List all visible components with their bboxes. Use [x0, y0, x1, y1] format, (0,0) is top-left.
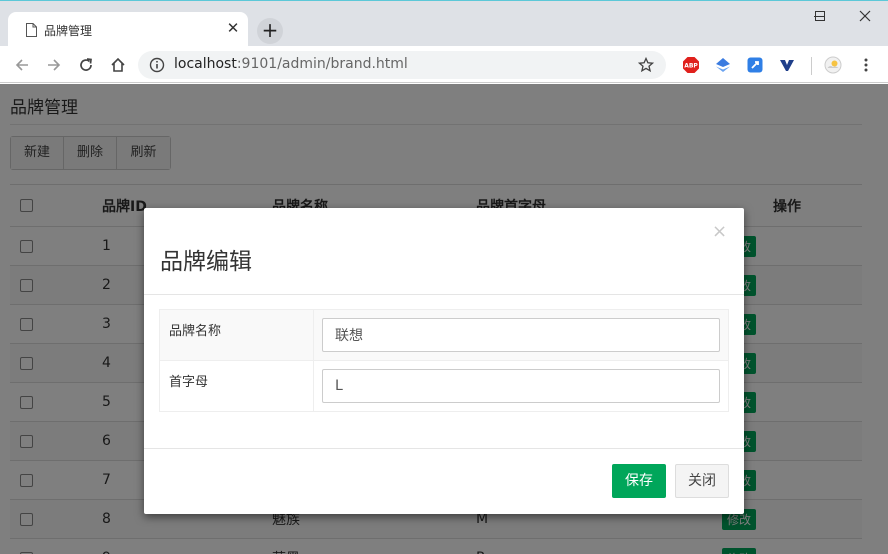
- window-close-icon: [859, 10, 871, 22]
- brand-edit-dialog: × 品牌编辑 品牌名称 首字母 保存 关闭: [144, 208, 744, 514]
- brand-name-input[interactable]: [322, 318, 720, 352]
- star-icon[interactable]: [638, 57, 654, 73]
- home-icon: [111, 57, 125, 72]
- browser-tab[interactable]: 品牌管理 ✕: [8, 12, 248, 47]
- dialog-title: 品牌编辑: [160, 249, 252, 275]
- edit-form: 品牌名称 首字母: [159, 309, 729, 412]
- profile-icon[interactable]: [824, 56, 842, 74]
- home-button[interactable]: [106, 53, 130, 77]
- field-cell: [313, 309, 729, 361]
- save-button[interactable]: 保存: [612, 464, 666, 498]
- menu-icon[interactable]: [857, 56, 875, 74]
- back-button[interactable]: [10, 53, 34, 77]
- document-icon: [26, 23, 37, 37]
- info-icon[interactable]: [149, 57, 165, 73]
- window-close-button[interactable]: [842, 3, 888, 29]
- forward-icon: [48, 59, 61, 71]
- forward-button[interactable]: [42, 53, 66, 77]
- browser-tabstrip: 品牌管理 ✕ +: [0, 0, 888, 47]
- divider: [144, 448, 744, 449]
- extension-icon[interactable]: [778, 56, 796, 74]
- url-path: :9101/admin/brand.html: [236, 56, 408, 72]
- tab-title: 品牌管理: [44, 24, 93, 38]
- extension-icon[interactable]: [714, 56, 732, 74]
- reload-icon: [80, 58, 92, 71]
- toolbar-separator: [811, 57, 812, 75]
- form-row: 首字母: [159, 360, 729, 412]
- close-button[interactable]: 关闭: [675, 464, 729, 498]
- field-label: 首字母: [159, 360, 314, 412]
- extension-icon[interactable]: [746, 56, 764, 74]
- back-icon: [15, 59, 28, 71]
- maximize-icon: [815, 11, 825, 21]
- field-label: 品牌名称: [159, 309, 314, 361]
- close-icon[interactable]: ×: [712, 222, 727, 242]
- abp-extension-icon[interactable]: ABP: [682, 56, 700, 74]
- divider: [144, 294, 744, 295]
- form-row: 品牌名称: [159, 309, 729, 361]
- tab-close-icon[interactable]: ✕: [223, 18, 243, 38]
- address-bar[interactable]: localhost:9101/admin/brand.html: [138, 51, 666, 79]
- reload-button[interactable]: [74, 53, 98, 77]
- url-host: localhost: [174, 56, 237, 72]
- svg-text:ABP: ABP: [684, 63, 698, 70]
- first-letter-input[interactable]: [322, 369, 720, 403]
- field-cell: [313, 360, 729, 412]
- new-tab-button[interactable]: +: [257, 18, 283, 44]
- url-text[interactable]: localhost:9101/admin/brand.html: [174, 56, 408, 72]
- browser-toolbar: localhost:9101/admin/brand.html ABP: [0, 46, 888, 83]
- maximize-button[interactable]: [802, 3, 842, 29]
